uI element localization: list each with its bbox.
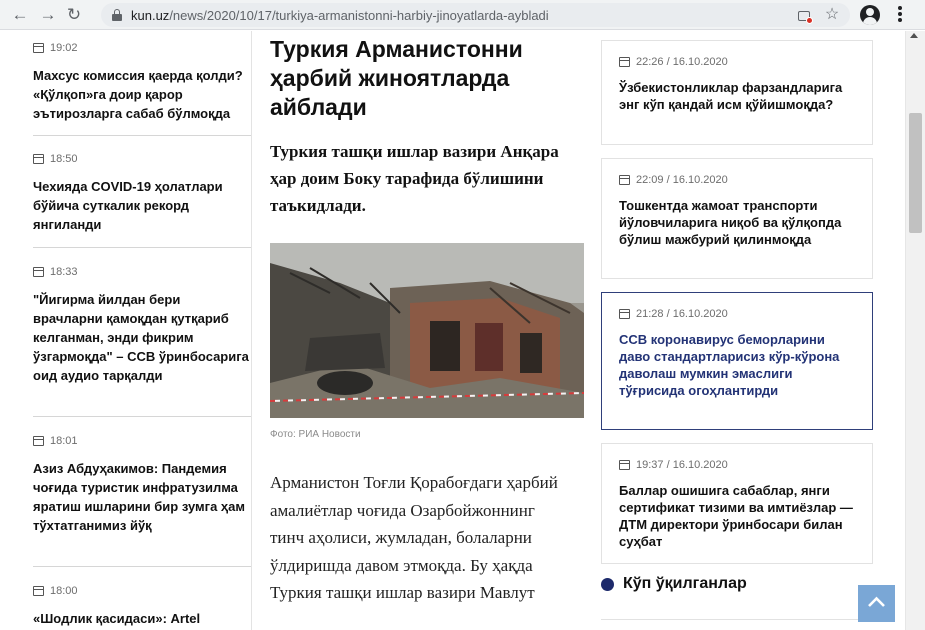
calendar-icon: [33, 267, 44, 277]
star-icon[interactable]: ☆: [823, 6, 841, 24]
feed-item[interactable]: 19:02 Махсус комиссия қаерда қолди? «Қўл…: [33, 31, 251, 136]
card-time: 22:09 / 16.10.2020: [636, 174, 728, 186]
news-card[interactable]: 22:09 / 16.10.2020 Тошкентда жамоат тран…: [601, 158, 873, 279]
popular-list: [601, 619, 873, 630]
popular-section-header: Кўп ўқилганлар: [601, 575, 747, 593]
destroyed-building-image: [270, 243, 584, 418]
calendar-icon: [619, 175, 630, 185]
forward-arrow-icon[interactable]: →: [37, 4, 59, 26]
calendar-icon: [619, 57, 630, 67]
calendar-icon: [33, 586, 44, 596]
feed-time: 18:33: [50, 266, 78, 278]
feed-time: 18:00: [50, 585, 78, 597]
feed-title[interactable]: Чехияда COVID-19 ҳолатлари бўйича суткал…: [33, 177, 251, 234]
back-arrow-icon[interactable]: ←: [9, 4, 31, 26]
news-card-highlighted[interactable]: 21:28 / 16.10.2020 ССВ коронавирус бемор…: [601, 292, 873, 430]
card-time: 22:26 / 16.10.2020: [636, 56, 728, 68]
reload-icon[interactable]: ↻: [63, 4, 85, 26]
feed-title[interactable]: Махсус комиссия қаерда қолди? «Қўлқоп»га…: [33, 66, 251, 123]
calendar-icon: [33, 154, 44, 164]
popular-title: Кўп ўқилганлар: [623, 575, 747, 592]
chevron-up-icon: [868, 596, 885, 607]
feed-item[interactable]: 18:01 Азиз Абдуҳакимов: Пандемия чоғида …: [33, 417, 251, 567]
card-title[interactable]: Тошкентда жамоат транспорти йўловчилариг…: [619, 197, 855, 248]
feed-item[interactable]: 18:50 Чехияда COVID-19 ҳолатлари бўйича …: [33, 136, 251, 248]
vertical-scrollbar[interactable]: [905, 31, 925, 630]
menu-icon[interactable]: [893, 5, 907, 25]
feed-title[interactable]: "Йигирма йилдан бери врачларни қамоқдан …: [33, 290, 251, 385]
profile-icon[interactable]: [860, 5, 880, 25]
page-content: 19:02 Махсус комиссия қаерда қолди? «Қўл…: [0, 31, 905, 630]
url-text[interactable]: kun.uz/news/2020/10/17/turkiya-armanisto…: [131, 8, 549, 23]
calendar-icon: [619, 309, 630, 319]
bullet-icon: [601, 577, 614, 591]
calendar-icon: [33, 43, 44, 53]
scroll-to-top-button[interactable]: [858, 585, 895, 622]
latest-news-feed: 19:02 Махсус комиссия қаерда қолди? «Қўл…: [33, 31, 251, 630]
card-title[interactable]: ССВ коронавирус беморларини даво стандар…: [619, 331, 855, 399]
article-headline: Туркия Арманистонни ҳарбий жиноятларда а…: [270, 36, 523, 120]
cast-icon[interactable]: [795, 6, 813, 24]
card-title[interactable]: Баллар ошишига сабаблар, янги сертификат…: [619, 482, 855, 550]
feed-item[interactable]: 18:33 "Йигирма йилдан бери врачларни қам…: [33, 248, 251, 417]
scrollbar-thumb[interactable]: [909, 113, 922, 233]
article-body: Арманистон Тоғли Қорабоғдаги ҳарбий амал…: [270, 473, 558, 602]
news-card[interactable]: 22:26 / 16.10.2020 Ўзбекистонликлар фарз…: [601, 40, 873, 145]
url-host: kun.uz: [131, 8, 170, 23]
feed-time: 18:50: [50, 153, 78, 165]
feed-item[interactable]: 18:00 «Шодлик қасидаси»: Artel: [33, 567, 251, 630]
card-title[interactable]: Ўзбекистонликлар фарзандларига энг кўп қ…: [619, 79, 855, 113]
browser-toolbar: ← → ↻ kun.uz/news/2020/10/17/turkiya-arm…: [0, 0, 925, 30]
calendar-icon: [619, 460, 630, 470]
feed-time: 18:01: [50, 435, 78, 447]
feed-title[interactable]: Азиз Абдуҳакимов: Пандемия чоғида турист…: [33, 459, 251, 535]
article-photo: [270, 243, 584, 418]
photo-caption: Фото: РИА Новости: [270, 429, 361, 440]
address-bar[interactable]: kun.uz/news/2020/10/17/turkiya-armanisto…: [101, 3, 850, 27]
article-lead: Туркия ташқи ишлар вазири Анқара ҳар дои…: [270, 142, 559, 215]
calendar-icon: [33, 436, 44, 446]
card-time: 19:37 / 16.10.2020: [636, 459, 728, 471]
scroll-up-arrow-icon[interactable]: [910, 33, 918, 38]
card-time: 21:28 / 16.10.2020: [636, 308, 728, 320]
column-divider: [251, 31, 252, 630]
news-card[interactable]: 19:37 / 16.10.2020 Баллар ошишига сабабл…: [601, 443, 873, 564]
lock-icon[interactable]: [112, 9, 122, 21]
feed-time: 19:02: [50, 42, 78, 54]
feed-title[interactable]: «Шодлик қасидаси»: Artel: [33, 609, 251, 628]
url-path: /news/2020/10/17/turkiya-armanistonni-ha…: [169, 8, 549, 23]
